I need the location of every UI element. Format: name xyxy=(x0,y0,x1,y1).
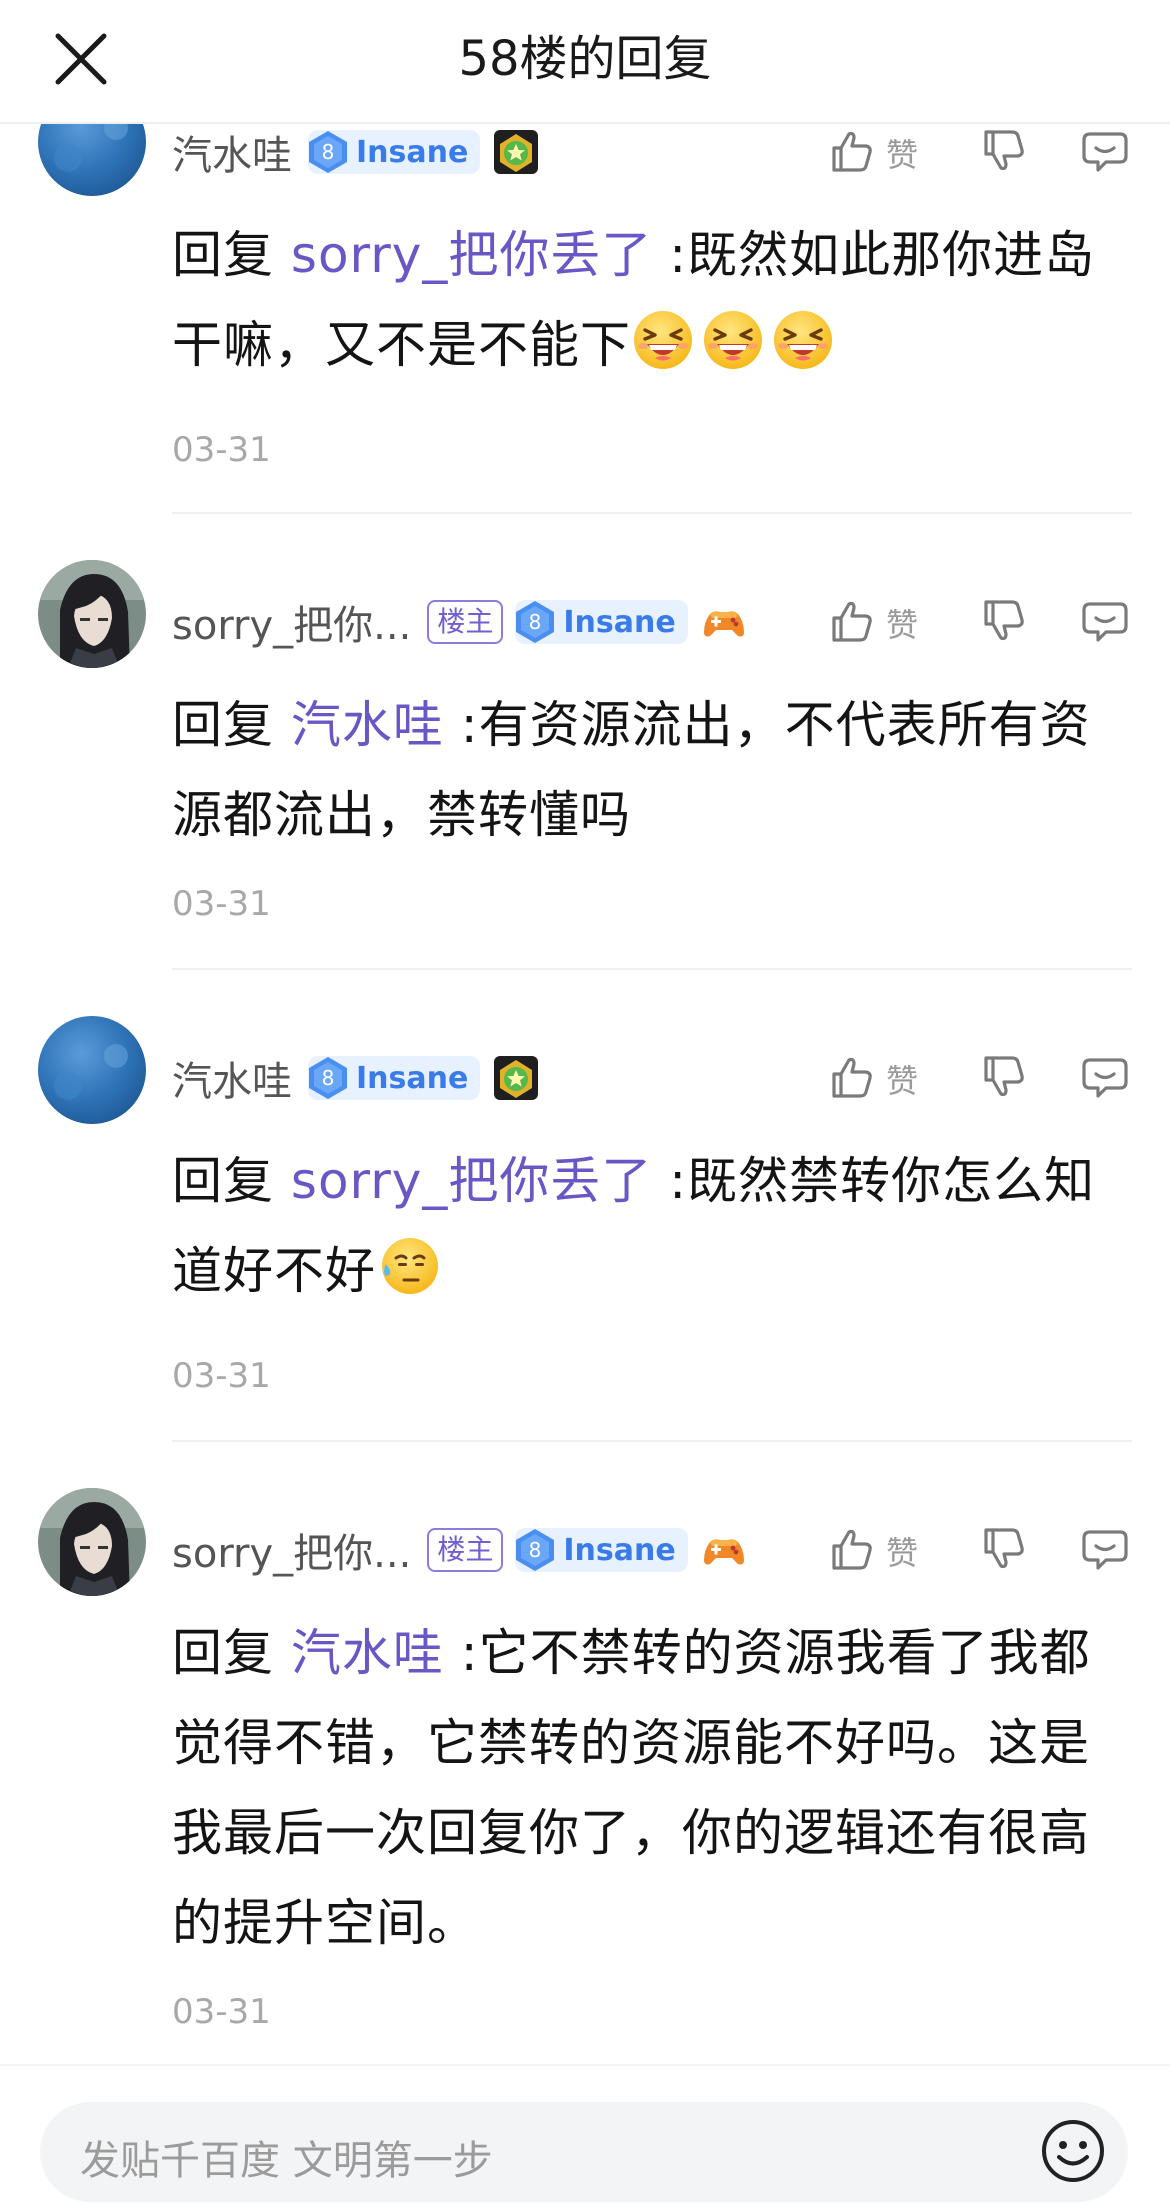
sweat-face-emoji xyxy=(376,1234,440,1298)
reply-actions: 赞 xyxy=(826,1048,1146,1108)
mention-link[interactable]: 汽水哇 xyxy=(291,696,444,754)
level-gem-icon: 8 xyxy=(511,1526,559,1574)
like-button[interactable]: 赞 xyxy=(826,592,918,652)
comment-bubble-icon xyxy=(1080,596,1130,646)
divider xyxy=(172,968,1132,970)
reply-meta: 汽水哇 8 Insane xyxy=(172,1048,540,1108)
grinning-squint-face-emoji xyxy=(701,308,765,372)
reply-meta: 汽水哇 8 Insane xyxy=(172,122,540,182)
thumbs-down-icon xyxy=(978,126,1028,176)
green-star-medal-icon xyxy=(492,1054,540,1102)
smiley-icon xyxy=(1042,2120,1104,2182)
reply-date: 03-31 xyxy=(172,430,271,470)
comment-button[interactable] xyxy=(1080,1520,1130,1580)
emoji-picker-button[interactable] xyxy=(1040,2118,1106,2184)
header-bar: 58楼的回复 xyxy=(0,0,1170,124)
username[interactable]: sorry_把你... xyxy=(172,1521,411,1579)
level-badge: 8 Insane xyxy=(308,1056,481,1100)
reply-actions: 赞 xyxy=(826,1520,1146,1580)
reply-meta: sorry_把你... 楼主 8 Insane xyxy=(172,1520,748,1580)
user-avatar[interactable] xyxy=(38,560,146,668)
thread-owner-badge: 楼主 xyxy=(427,1528,504,1572)
like-button[interactable]: 赞 xyxy=(826,122,918,182)
comment-bubble-icon xyxy=(1080,126,1130,176)
reply-content: 回复 汽水哇 :有资源流出，不代表所有资源都流出，禁转懂吗 xyxy=(172,680,1132,860)
level-number: 8 xyxy=(322,1066,335,1090)
reply-meta: sorry_把你... 楼主 8 Insane xyxy=(172,592,748,652)
level-badge: 8 Insane xyxy=(308,130,481,174)
mention-link[interactable]: 汽水哇 xyxy=(291,1624,444,1682)
comment-button[interactable] xyxy=(1080,1048,1130,1108)
comment-bubble-icon xyxy=(1080,1052,1130,1102)
level-gem-icon: 8 xyxy=(304,128,352,176)
level-number: 8 xyxy=(322,140,335,164)
mention-link[interactable]: sorry_把你丢了 xyxy=(291,226,652,284)
level-gem-icon: 8 xyxy=(511,598,559,646)
grinning-squint-face-emoji xyxy=(631,308,695,372)
level-number: 8 xyxy=(529,1538,542,1562)
user-avatar[interactable] xyxy=(38,1488,146,1596)
username[interactable]: 汽水哇 xyxy=(172,123,292,181)
reply-prefix: 回复 xyxy=(172,696,291,754)
reply-input-placeholder: 发贴千百度 文明第一步 xyxy=(80,2138,493,2184)
thumbs-down-icon xyxy=(978,596,1028,646)
like-button[interactable]: 赞 xyxy=(826,1048,918,1108)
dislike-button[interactable] xyxy=(978,592,1028,652)
thumbs-up-icon xyxy=(826,126,876,176)
game-controller-icon xyxy=(700,1526,748,1574)
username[interactable]: 汽水哇 xyxy=(172,1049,292,1107)
reply-prefix: 回复 xyxy=(172,1152,291,1210)
level-number: 8 xyxy=(529,610,542,634)
thumbs-up-icon xyxy=(826,1524,876,1574)
reply-content: 回复 sorry_把你丢了 :既然禁转你怎么知道好不好 xyxy=(172,1136,1132,1316)
reply-actions: 赞 xyxy=(826,122,1146,182)
reply-date: 03-31 xyxy=(172,884,271,924)
thumbs-down-icon xyxy=(978,1052,1028,1102)
dislike-button[interactable] xyxy=(978,122,1028,182)
dislike-button[interactable] xyxy=(978,1520,1028,1580)
like-button[interactable]: 赞 xyxy=(826,1520,918,1580)
page-title: 58楼的回复 xyxy=(458,31,712,87)
mention-link[interactable]: sorry_把你丢了 xyxy=(291,1152,652,1210)
level-name: Insane xyxy=(356,134,469,170)
like-label: 赞 xyxy=(886,136,919,174)
composer-bar: 发贴千百度 文明第一步 xyxy=(0,2064,1170,2206)
thread-owner-badge: 楼主 xyxy=(427,600,504,644)
level-name: Insane xyxy=(356,1060,469,1096)
reply-actions: 赞 xyxy=(826,592,1146,652)
thumbs-up-icon xyxy=(826,1052,876,1102)
divider xyxy=(172,512,1132,514)
reply-prefix: 回复 xyxy=(172,1624,291,1682)
level-badge: 8 Insane xyxy=(515,600,688,644)
reply-date: 03-31 xyxy=(172,1356,271,1396)
grinning-squint-face-emoji xyxy=(771,308,835,372)
like-label: 赞 xyxy=(886,1534,919,1572)
like-label: 赞 xyxy=(886,1062,919,1100)
reply-content: 回复 sorry_把你丢了 :既然如此那你进岛干嘛，又不是不能下 xyxy=(172,210,1132,390)
green-star-medal-icon xyxy=(492,128,540,176)
comment-bubble-icon xyxy=(1080,1524,1130,1574)
username[interactable]: sorry_把你... xyxy=(172,593,411,651)
divider xyxy=(172,1440,1132,1442)
reply-date: 03-31 xyxy=(172,1992,271,2032)
reply-input[interactable]: 发贴千百度 文明第一步 xyxy=(40,2102,1128,2202)
like-label: 赞 xyxy=(886,606,919,644)
thumbs-up-icon xyxy=(826,596,876,646)
level-badge: 8 Insane xyxy=(515,1528,688,1572)
thumbs-down-icon xyxy=(978,1524,1028,1574)
level-name: Insane xyxy=(563,604,676,640)
user-avatar[interactable] xyxy=(38,1016,146,1124)
level-gem-icon: 8 xyxy=(304,1054,352,1102)
reply-prefix: 回复 xyxy=(172,226,291,284)
comment-button[interactable] xyxy=(1080,592,1130,652)
comment-button[interactable] xyxy=(1080,122,1130,182)
reply-content: 回复 汽水哇 :它不禁转的资源我看了我都觉得不错，它禁转的资源能不好吗。这是我最… xyxy=(172,1608,1132,1968)
dislike-button[interactable] xyxy=(978,1048,1028,1108)
game-controller-icon xyxy=(700,598,748,646)
level-name: Insane xyxy=(563,1532,676,1568)
